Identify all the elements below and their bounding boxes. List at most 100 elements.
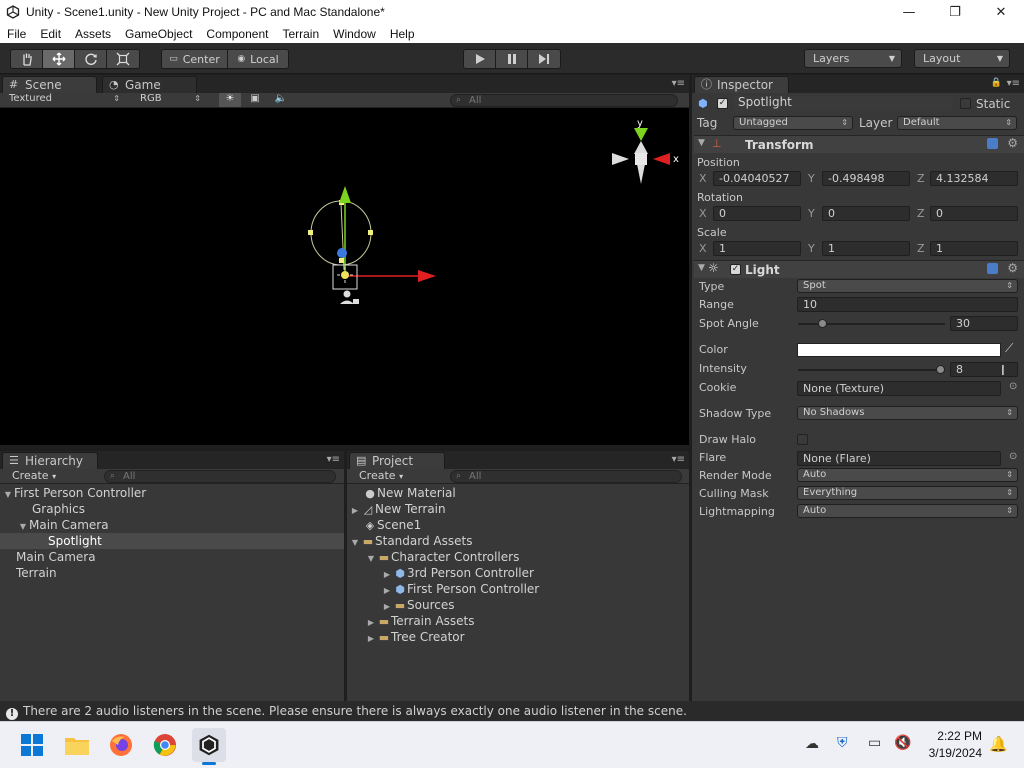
maximize-button[interactable]: ❐ xyxy=(932,0,978,24)
light-header[interactable]: ▼ ☼ ✓ Light ⚙ xyxy=(694,260,1024,278)
help-book-icon[interactable] xyxy=(987,138,998,149)
render-mode-dropdown[interactable]: Auto ⇕ xyxy=(797,468,1018,482)
hierarchy-item[interactable]: ▼ First Person Controller xyxy=(0,485,344,501)
clock-time[interactable]: 2:22 PM xyxy=(920,729,982,743)
lock-icon[interactable]: 🔒 xyxy=(991,78,1002,88)
menu-component[interactable]: Component xyxy=(199,27,275,41)
transform-header[interactable]: ▼ ⊥ Transform ⚙ xyxy=(694,135,1024,153)
hierarchy-item[interactable]: Terrain xyxy=(0,565,344,581)
layer-dropdown[interactable]: Default ⇕ xyxy=(897,116,1017,130)
project-item[interactable]: ◈ Scene1 xyxy=(347,517,421,533)
project-item[interactable]: ▶ ▬ Terrain Assets xyxy=(347,613,475,629)
layers-dropdown[interactable]: Layers ▼ xyxy=(804,49,902,68)
light-type-dropdown[interactable]: Spot ⇕ xyxy=(797,279,1018,293)
foldout-arrow-icon[interactable]: ▼ xyxy=(698,263,705,273)
step-button[interactable] xyxy=(528,50,560,68)
light-enabled-checkbox[interactable]: ✓ xyxy=(730,264,741,275)
menu-terrain[interactable]: Terrain xyxy=(275,27,326,41)
rotation-x-field[interactable]: 0 xyxy=(713,206,801,221)
pivot-center-toggle[interactable]: ▭ Center xyxy=(162,50,228,68)
rotate-tool-button[interactable] xyxy=(75,50,107,68)
culling-mask-dropdown[interactable]: Everything ⇕ xyxy=(797,486,1018,500)
eyedropper-icon[interactable]: ⟋ xyxy=(1005,341,1013,356)
firefox-button[interactable] xyxy=(104,728,138,762)
console-status-bar[interactable]: ! There are 2 audio listeners in the scen… xyxy=(0,701,1024,721)
pivot-local-toggle[interactable]: ◉ Local xyxy=(228,50,288,68)
menu-gameobject[interactable]: GameObject xyxy=(118,27,199,41)
tab-project[interactable]: ▤ Project xyxy=(349,452,445,469)
gear-icon[interactable]: ⚙ xyxy=(1007,136,1018,150)
color-mode-dropdown[interactable]: RGB ⇕ xyxy=(135,93,205,107)
volume-muted-icon[interactable]: 🔇 xyxy=(894,735,911,751)
scale-x-field[interactable]: 1 xyxy=(713,241,801,256)
static-checkbox[interactable] xyxy=(960,98,971,109)
cookie-field[interactable]: None (Texture) xyxy=(797,381,1001,396)
project-item[interactable]: ● New Material xyxy=(347,485,456,501)
menu-assets[interactable]: Assets xyxy=(68,27,118,41)
tab-game[interactable]: ◔ Game xyxy=(102,76,197,93)
intensity-field[interactable]: 8 xyxy=(950,362,1018,377)
project-item[interactable]: ▶ ▬ Tree Creator xyxy=(347,629,465,645)
panel-menu-icon[interactable]: ▾≡ xyxy=(327,454,340,465)
lightmapping-dropdown[interactable]: Auto ⇕ xyxy=(797,504,1018,518)
intensity-slider-track[interactable] xyxy=(798,369,945,371)
pause-button[interactable] xyxy=(496,50,528,68)
tab-inspector[interactable]: ⓘ Inspector xyxy=(694,76,789,93)
tab-scene[interactable]: # Scene xyxy=(2,76,97,93)
render-mode-dropdown[interactable]: Textured ⇕ xyxy=(4,93,124,107)
hierarchy-item[interactable]: Main Camera xyxy=(0,549,344,565)
menu-help[interactable]: Help xyxy=(383,27,422,41)
project-item[interactable]: ▶ ⬢ First Person Controller xyxy=(347,581,539,597)
move-handle[interactable] xyxy=(337,186,436,282)
scale-y-field[interactable]: 1 xyxy=(822,241,910,256)
rotation-y-field[interactable]: 0 xyxy=(822,206,910,221)
menu-edit[interactable]: Edit xyxy=(33,27,68,41)
intensity-slider-knob[interactable] xyxy=(936,365,945,374)
start-button[interactable] xyxy=(15,728,49,762)
light-color-swatch[interactable] xyxy=(797,343,1001,357)
project-item[interactable]: ▶ ⬢ 3rd Person Controller xyxy=(347,565,534,581)
hand-tool-button[interactable] xyxy=(11,50,43,68)
position-y-field[interactable]: -0.498498 xyxy=(822,171,910,186)
menu-window[interactable]: Window xyxy=(326,27,383,41)
position-x-field[interactable]: -0.04040527 xyxy=(713,171,801,186)
project-item[interactable]: ▼ ▬ Standard Assets xyxy=(347,533,473,549)
play-button[interactable] xyxy=(464,50,496,68)
clock-date[interactable]: 3/19/2024 xyxy=(920,746,982,760)
close-button[interactable]: ✕ xyxy=(978,0,1024,24)
scene-audio-toggle[interactable]: 🔈 xyxy=(270,93,292,107)
move-tool-button[interactable] xyxy=(43,50,75,68)
range-field[interactable]: 10 xyxy=(797,297,1018,312)
spot-angle-slider-knob[interactable] xyxy=(818,319,827,328)
file-explorer-button[interactable] xyxy=(60,728,94,762)
unity-taskbar-button[interactable] xyxy=(192,728,226,765)
menu-file[interactable]: File xyxy=(0,27,33,41)
hierarchy-item[interactable]: Graphics xyxy=(0,501,344,517)
hierarchy-create-dropdown[interactable]: Create ▾ xyxy=(12,469,56,482)
scene-fx-toggle[interactable]: ▣ xyxy=(244,93,266,107)
scene-lighting-toggle[interactable]: ☀ xyxy=(219,93,241,107)
notification-bell-icon[interactable]: 🔔 xyxy=(989,735,1008,753)
shadow-type-dropdown[interactable]: No Shadows ⇕ xyxy=(797,406,1018,420)
display-icon[interactable]: ▭ xyxy=(868,735,881,751)
scene-orientation-gizmo[interactable]: y x xyxy=(612,118,679,184)
flare-field[interactable]: None (Flare) xyxy=(797,451,1001,466)
network-icon[interactable]: ☁ xyxy=(805,736,819,752)
scene-viewport[interactable]: y x xyxy=(0,108,689,445)
hierarchy-item-selected[interactable]: Spotlight xyxy=(0,533,344,549)
rotation-z-field[interactable]: 0 xyxy=(930,206,1018,221)
layout-dropdown[interactable]: Layout ▼ xyxy=(914,49,1010,68)
object-picker-icon[interactable]: ⊙ xyxy=(1009,451,1017,462)
active-checkbox[interactable]: ✓ xyxy=(717,98,728,109)
panel-menu-icon[interactable]: ▾≡ xyxy=(1007,78,1020,89)
hierarchy-item[interactable]: ▼ Main Camera xyxy=(0,517,344,533)
project-item[interactable]: ▼ ▬ Character Controllers xyxy=(347,549,519,565)
project-item[interactable]: ▶ ▬ Sources xyxy=(347,597,455,613)
scale-z-field[interactable]: 1 xyxy=(930,241,1018,256)
project-search-input[interactable]: ⌕ All xyxy=(450,470,682,483)
hierarchy-search-input[interactable]: ⌕ All xyxy=(104,470,336,483)
security-shield-icon[interactable]: ⛨ xyxy=(837,735,848,751)
spotlight-gizmo[interactable] xyxy=(308,200,373,271)
gear-icon[interactable]: ⚙ xyxy=(1007,261,1018,275)
scene-search-input[interactable]: ⌕ All xyxy=(450,94,678,107)
